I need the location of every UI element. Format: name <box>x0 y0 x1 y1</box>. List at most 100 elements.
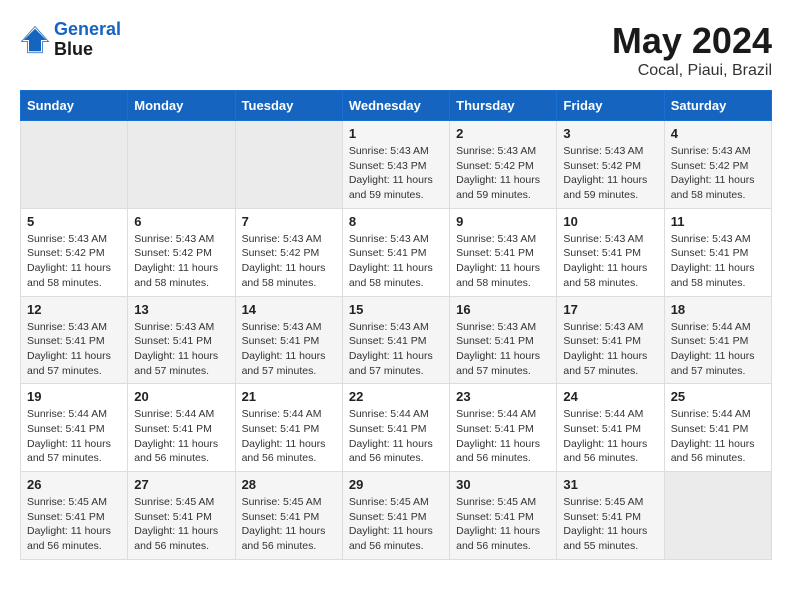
weekday-header-wednesday: Wednesday <box>342 91 449 121</box>
calendar-cell: 6Sunrise: 5:43 AM Sunset: 5:42 PM Daylig… <box>128 208 235 296</box>
day-number: 5 <box>27 214 121 229</box>
calendar-cell: 17 Sunrise: 5:43 AM Sunset: 5:41 PM Dayli… <box>557 296 664 384</box>
weekday-header-thursday: Thursday <box>450 91 557 121</box>
day-number: 4 <box>671 126 765 141</box>
calendar-cell: 25Sunrise: 5:44 AM Sunset: 5:41 PM Dayli… <box>664 384 771 472</box>
location-subtitle: Cocal, Piaui, Brazil <box>612 62 772 80</box>
day-info: Sunrise: 5:43 AM Sunset: 5:41 PM Dayligh… <box>563 320 657 379</box>
day-info: Sunrise: 5:43 AM Sunset: 5:42 PM Dayligh… <box>563 144 657 203</box>
logo-general: General <box>54 19 121 39</box>
day-info: Sunrise: 5:45 AM Sunset: 5:41 PM Dayligh… <box>349 495 443 554</box>
day-number: 17 <box>563 302 657 317</box>
day-info: Sunrise: 5:44 AM Sunset: 5:41 PM Dayligh… <box>242 407 336 466</box>
day-info: Sunrise: 5:43 AM Sunset: 5:42 PM Dayligh… <box>27 232 121 291</box>
calendar-cell <box>128 121 235 209</box>
calendar-cell: 21 Sunrise: 5:44 AM Sunset: 5:41 PM Dayli… <box>235 384 342 472</box>
day-info: Sunrise: 5:43 AM Sunset: 5:41 PM Dayligh… <box>349 320 443 379</box>
day-number: 18 <box>671 302 765 317</box>
day-number: 11 <box>671 214 765 229</box>
day-info: Sunrise: 5:44 AM Sunset: 5:41 PM Dayligh… <box>456 407 550 466</box>
calendar-week-row: 19 Sunrise: 5:44 AM Sunset: 5:41 PM Dayli… <box>21 384 772 472</box>
weekday-header-monday: Monday <box>128 91 235 121</box>
day-info: Sunrise: 5:43 AM Sunset: 5:41 PM Dayligh… <box>563 232 657 291</box>
day-number: 21 <box>242 389 336 404</box>
calendar-week-row: 1 Sunrise: 5:43 AM Sunset: 5:43 PM Daylig… <box>21 121 772 209</box>
day-info: Sunrise: 5:45 AM Sunset: 5:41 PM Dayligh… <box>563 495 657 554</box>
day-info: Sunrise: 5:44 AM Sunset: 5:41 PM Dayligh… <box>671 320 765 379</box>
day-number: 22 <box>349 389 443 404</box>
day-number: 14 <box>242 302 336 317</box>
day-number: 27 <box>134 477 228 492</box>
month-title: May 2024 <box>612 20 772 62</box>
calendar-week-row: 12 Sunrise: 5:43 AM Sunset: 5:41 PM Dayli… <box>21 296 772 384</box>
calendar-cell <box>664 472 771 560</box>
weekday-header-saturday: Saturday <box>664 91 771 121</box>
day-info: Sunrise: 5:43 AM Sunset: 5:41 PM Dayligh… <box>134 320 228 379</box>
day-number: 16 <box>456 302 550 317</box>
day-info: Sunrise: 5:43 AM Sunset: 5:43 PM Dayligh… <box>349 144 443 203</box>
day-info: Sunrise: 5:43 AM Sunset: 5:41 PM Dayligh… <box>456 232 550 291</box>
calendar-cell: 11Sunrise: 5:43 AM Sunset: 5:41 PM Dayli… <box>664 208 771 296</box>
day-info: Sunrise: 5:45 AM Sunset: 5:41 PM Dayligh… <box>134 495 228 554</box>
weekday-header-sunday: Sunday <box>21 91 128 121</box>
calendar-cell: 5 Sunrise: 5:43 AM Sunset: 5:42 PM Daylig… <box>21 208 128 296</box>
calendar-cell: 20Sunrise: 5:44 AM Sunset: 5:41 PM Dayli… <box>128 384 235 472</box>
calendar-cell: 12 Sunrise: 5:43 AM Sunset: 5:41 PM Dayli… <box>21 296 128 384</box>
weekday-header-friday: Friday <box>557 91 664 121</box>
calendar-cell: 23 Sunrise: 5:44 AM Sunset: 5:41 PM Dayli… <box>450 384 557 472</box>
calendar-week-row: 5 Sunrise: 5:43 AM Sunset: 5:42 PM Daylig… <box>21 208 772 296</box>
day-number: 3 <box>563 126 657 141</box>
day-info: Sunrise: 5:43 AM Sunset: 5:42 PM Dayligh… <box>456 144 550 203</box>
day-number: 8 <box>349 214 443 229</box>
day-number: 26 <box>27 477 121 492</box>
logo-blue: Blue <box>54 40 121 60</box>
day-number: 9 <box>456 214 550 229</box>
calendar-cell <box>21 121 128 209</box>
day-number: 31 <box>563 477 657 492</box>
calendar-cell: 2 Sunrise: 5:43 AM Sunset: 5:42 PM Daylig… <box>450 121 557 209</box>
weekday-header-row: SundayMondayTuesdayWednesdayThursdayFrid… <box>21 91 772 121</box>
calendar-week-row: 26 Sunrise: 5:45 AM Sunset: 5:41 PM Dayli… <box>21 472 772 560</box>
day-number: 13 <box>134 302 228 317</box>
calendar-table: SundayMondayTuesdayWednesdayThursdayFrid… <box>20 90 772 560</box>
calendar-cell: 8 Sunrise: 5:43 AM Sunset: 5:41 PM Daylig… <box>342 208 449 296</box>
calendar-cell: 24Sunrise: 5:44 AM Sunset: 5:41 PM Dayli… <box>557 384 664 472</box>
calendar-cell: 28Sunrise: 5:45 AM Sunset: 5:41 PM Dayli… <box>235 472 342 560</box>
calendar-cell <box>235 121 342 209</box>
day-number: 30 <box>456 477 550 492</box>
day-info: Sunrise: 5:43 AM Sunset: 5:42 PM Dayligh… <box>671 144 765 203</box>
calendar-cell: 26 Sunrise: 5:45 AM Sunset: 5:41 PM Dayli… <box>21 472 128 560</box>
day-number: 6 <box>134 214 228 229</box>
calendar-cell: 14 Sunrise: 5:43 AM Sunset: 5:41 PM Dayli… <box>235 296 342 384</box>
day-number: 24 <box>563 389 657 404</box>
calendar-cell: 19 Sunrise: 5:44 AM Sunset: 5:41 PM Dayli… <box>21 384 128 472</box>
day-number: 7 <box>242 214 336 229</box>
day-info: Sunrise: 5:45 AM Sunset: 5:41 PM Dayligh… <box>456 495 550 554</box>
day-number: 2 <box>456 126 550 141</box>
calendar-cell: 3 Sunrise: 5:43 AM Sunset: 5:42 PM Daylig… <box>557 121 664 209</box>
day-number: 23 <box>456 389 550 404</box>
calendar-cell: 10 Sunrise: 5:43 AM Sunset: 5:41 PM Dayli… <box>557 208 664 296</box>
calendar-cell: 7 Sunrise: 5:43 AM Sunset: 5:42 PM Daylig… <box>235 208 342 296</box>
day-info: Sunrise: 5:44 AM Sunset: 5:41 PM Dayligh… <box>349 407 443 466</box>
day-number: 12 <box>27 302 121 317</box>
title-block: May 2024 Cocal, Piaui, Brazil <box>612 20 772 80</box>
day-info: Sunrise: 5:45 AM Sunset: 5:41 PM Dayligh… <box>242 495 336 554</box>
calendar-cell: 1 Sunrise: 5:43 AM Sunset: 5:43 PM Daylig… <box>342 121 449 209</box>
day-info: Sunrise: 5:44 AM Sunset: 5:41 PM Dayligh… <box>27 407 121 466</box>
calendar-cell: 15Sunrise: 5:43 AM Sunset: 5:41 PM Dayli… <box>342 296 449 384</box>
calendar-cell: 13 Sunrise: 5:43 AM Sunset: 5:41 PM Dayli… <box>128 296 235 384</box>
logo-icon <box>20 25 50 55</box>
calendar-cell: 27 Sunrise: 5:45 AM Sunset: 5:41 PM Dayli… <box>128 472 235 560</box>
day-number: 19 <box>27 389 121 404</box>
day-info: Sunrise: 5:43 AM Sunset: 5:41 PM Dayligh… <box>242 320 336 379</box>
day-info: Sunrise: 5:43 AM Sunset: 5:41 PM Dayligh… <box>27 320 121 379</box>
day-info: Sunrise: 5:45 AM Sunset: 5:41 PM Dayligh… <box>27 495 121 554</box>
day-info: Sunrise: 5:43 AM Sunset: 5:41 PM Dayligh… <box>349 232 443 291</box>
day-number: 10 <box>563 214 657 229</box>
day-number: 1 <box>349 126 443 141</box>
day-number: 20 <box>134 389 228 404</box>
day-info: Sunrise: 5:43 AM Sunset: 5:42 PM Dayligh… <box>242 232 336 291</box>
page-header: General Blue May 2024 Cocal, Piaui, Braz… <box>20 20 772 80</box>
calendar-cell: 18 Sunrise: 5:44 AM Sunset: 5:41 PM Dayli… <box>664 296 771 384</box>
